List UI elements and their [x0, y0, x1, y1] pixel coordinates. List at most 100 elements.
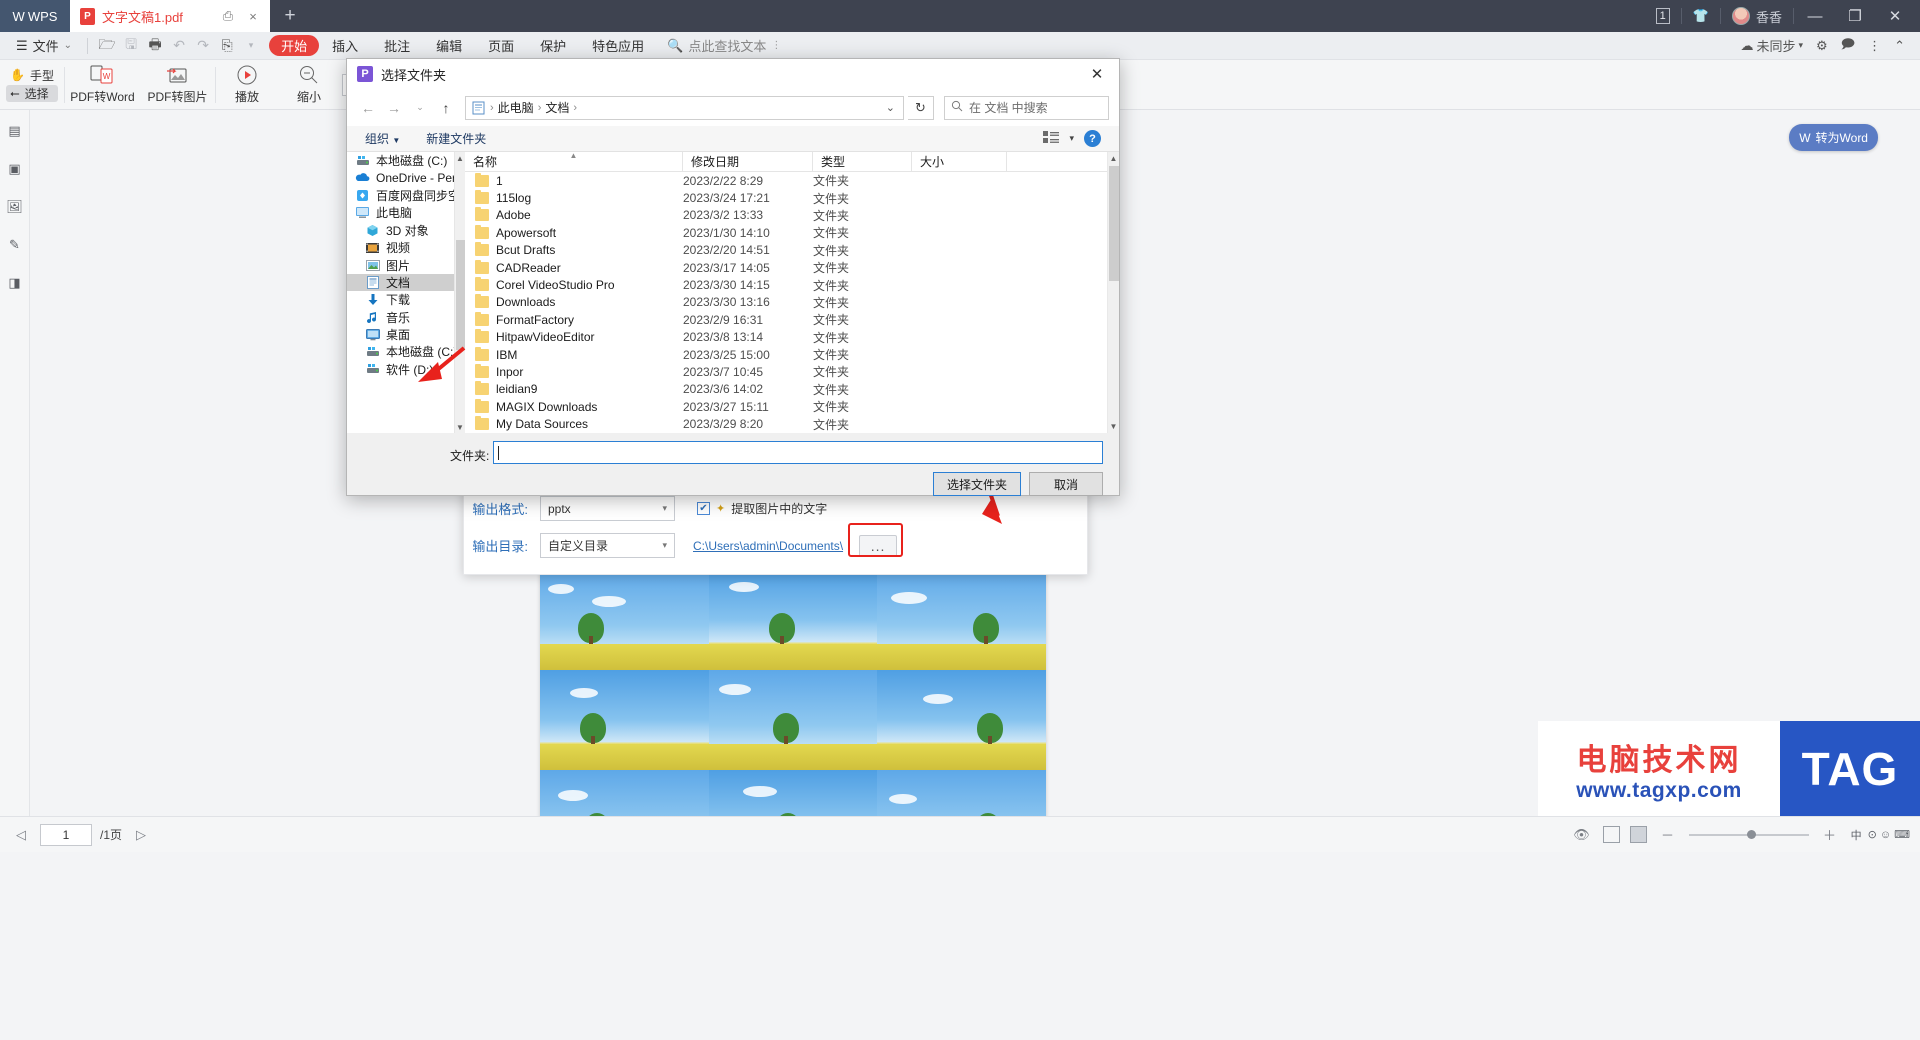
- address-bar[interactable]: › 此电脑 › 文档 › ⌄: [465, 95, 904, 120]
- tab-insert[interactable]: 插入: [319, 34, 371, 58]
- table-row[interactable]: MAGIX Downloads 2023/3/27 15:11 文件夹: [465, 398, 1119, 415]
- history-dropdown-icon[interactable]: ⌄: [409, 96, 431, 120]
- chevron-down-icon[interactable]: ▾: [1069, 133, 1074, 144]
- sidebar-item-4[interactable]: 3D 对象: [347, 222, 465, 239]
- address-dropdown-icon[interactable]: ⌄: [886, 101, 899, 114]
- folder-name-input[interactable]: [493, 441, 1103, 464]
- gear-icon[interactable]: ⚙: [1811, 38, 1833, 54]
- forward-icon[interactable]: →: [383, 96, 405, 120]
- annotation-icon[interactable]: ✎: [4, 234, 26, 256]
- scroll-up-icon[interactable]: ▲: [1108, 152, 1119, 165]
- table-row[interactable]: 115log 2023/3/24 17:21 文件夹: [465, 189, 1119, 206]
- file-list-scroll-thumb[interactable]: [1109, 166, 1119, 281]
- redo-icon[interactable]: ↷: [191, 35, 215, 57]
- user-account[interactable]: 香香: [1723, 0, 1791, 32]
- breadcrumb-item-this-pc[interactable]: 此电脑: [498, 99, 534, 116]
- zoom-in-icon[interactable]: ＋: [1819, 824, 1841, 846]
- page-number-input[interactable]: 1: [40, 823, 92, 846]
- tab-edit[interactable]: 编辑: [423, 34, 475, 58]
- table-row[interactable]: My Data Sources 2023/3/29 8:20 文件夹: [465, 415, 1119, 432]
- scroll-up-icon[interactable]: ▲: [455, 152, 465, 164]
- outline-icon[interactable]: ▤: [4, 120, 26, 142]
- sidebar-item-11[interactable]: 本地磁盘 (C:): [347, 343, 465, 360]
- scroll-down-icon[interactable]: ▼: [1108, 420, 1119, 433]
- table-row[interactable]: Corel VideoStudio Pro 2023/3/30 14:15 文件夹: [465, 276, 1119, 293]
- tab-close-icon[interactable]: ×: [244, 9, 262, 24]
- organize-button[interactable]: 组织 ▼: [365, 130, 400, 147]
- table-row[interactable]: Inpor 2023/3/7 10:45 文件夹: [465, 363, 1119, 380]
- select-tool-option[interactable]: ⭠ 选择: [6, 85, 58, 103]
- sidebar-item-9[interactable]: 音乐: [347, 309, 465, 326]
- zoom-out-icon[interactable]: －: [1657, 824, 1679, 846]
- column-header-name[interactable]: ▲ 名称: [465, 151, 683, 172]
- table-row[interactable]: FormatFactory 2023/2/9 16:31 文件夹: [465, 311, 1119, 328]
- window-count-badge[interactable]: 1: [1647, 0, 1679, 32]
- collapse-ribbon-icon[interactable]: ⌃: [1889, 38, 1910, 54]
- breadcrumb-item-documents[interactable]: 文档: [545, 99, 569, 116]
- sidebar-scroll-thumb[interactable]: [456, 240, 465, 350]
- scroll-down-icon[interactable]: ▼: [455, 421, 465, 433]
- next-page-icon[interactable]: ▷: [130, 824, 152, 846]
- extract-text-checkbox[interactable]: ✔ ✦ 提取图片中的文字: [697, 500, 827, 517]
- table-row[interactable]: Adobe 2023/3/2 13:33 文件夹: [465, 207, 1119, 224]
- table-row[interactable]: CADReader 2023/3/17 14:05 文件夹: [465, 259, 1119, 276]
- thumbnail-icon[interactable]: ▣: [4, 158, 26, 180]
- sidebar-item-7[interactable]: 文档: [347, 273, 465, 292]
- tab-start[interactable]: 开始: [269, 35, 320, 56]
- tab-protect[interactable]: 保护: [527, 34, 579, 58]
- output-path-link[interactable]: C:\Users\admin\Documents\: [693, 539, 843, 553]
- pdf-to-image-button[interactable]: PDF转图片: [140, 61, 215, 109]
- ime-indicator[interactable]: 中 ⊙ ☺ ⌨: [1851, 827, 1910, 843]
- new-folder-button[interactable]: 新建文件夹: [426, 130, 486, 147]
- refresh-icon[interactable]: ↻: [908, 95, 934, 120]
- open-icon[interactable]: 🗁: [95, 35, 119, 57]
- sidebar-scrollbar[interactable]: ▲ ▼: [454, 152, 465, 433]
- double-page-icon[interactable]: [1629, 826, 1647, 843]
- new-tab-button[interactable]: +: [270, 0, 310, 32]
- sidebar-item-12[interactable]: 软件 (D:): [347, 361, 465, 378]
- cancel-button[interactable]: 取消: [1029, 472, 1103, 496]
- find-text-box[interactable]: 🔍 点此查找文本 ⋮: [667, 36, 781, 55]
- minimize-button[interactable]: —: [1796, 0, 1834, 32]
- export-icon[interactable]: ⎘: [215, 35, 239, 57]
- play-button[interactable]: 播放: [216, 61, 278, 109]
- stamp-icon[interactable]: ◨: [4, 272, 26, 294]
- back-icon[interactable]: ←: [357, 96, 379, 120]
- table-row[interactable]: Downloads 2023/3/30 13:16 文件夹: [465, 294, 1119, 311]
- column-header-type[interactable]: 类型: [813, 151, 912, 172]
- table-row[interactable]: leidian9 2023/3/6 14:02 文件夹: [465, 381, 1119, 398]
- pin-icon[interactable]: ⎙: [219, 8, 237, 24]
- file-menu-button[interactable]: ☰ 文件 ⌄: [8, 34, 80, 58]
- save-icon[interactable]: 🖫: [119, 35, 143, 57]
- tab-comment[interactable]: 批注: [371, 34, 423, 58]
- tab-featured-apps[interactable]: 特色应用: [579, 34, 657, 58]
- kebab-icon[interactable]: ⋮: [771, 40, 781, 51]
- hand-tool-option[interactable]: ✋ 手型: [6, 67, 58, 84]
- prev-page-icon[interactable]: ◁: [10, 824, 32, 846]
- column-header-size[interactable]: 大小: [912, 151, 1007, 172]
- sidebar-item-6[interactable]: 图片: [347, 256, 465, 273]
- view-list-icon[interactable]: [1043, 131, 1060, 146]
- zoom-slider[interactable]: [1688, 829, 1809, 839]
- table-row[interactable]: Apowersoft 2023/1/30 14:10 文件夹: [465, 224, 1119, 241]
- zoom-slider-knob[interactable]: [1746, 829, 1756, 839]
- output-dir-select[interactable]: 自定义目录 ▾: [540, 533, 675, 558]
- table-row[interactable]: IBM 2023/3/25 15:00 文件夹: [465, 346, 1119, 363]
- close-button[interactable]: ✕: [1876, 0, 1914, 32]
- single-page-icon[interactable]: [1602, 826, 1620, 843]
- sidebar-item-10[interactable]: 桌面: [347, 326, 465, 343]
- help-icon[interactable]: ?: [1084, 130, 1101, 147]
- skin-icon[interactable]: 👕: [1684, 0, 1718, 32]
- sidebar-item-1[interactable]: OneDrive - Pers: [347, 169, 465, 186]
- tab-page[interactable]: 页面: [475, 34, 527, 58]
- select-folder-button[interactable]: 选择文件夹: [933, 472, 1021, 496]
- up-icon[interactable]: ↑: [435, 96, 457, 120]
- undo-icon[interactable]: ↶: [167, 35, 191, 57]
- comment-icon[interactable]: 🗩: [1836, 35, 1860, 57]
- convert-to-word-float-button[interactable]: W 转为Word: [1789, 124, 1878, 151]
- output-format-select[interactable]: pptx ▾: [540, 496, 675, 521]
- pdf-to-word-button[interactable]: W PDF转Word: [65, 61, 140, 109]
- dialog-search-input[interactable]: 在 文档 中搜索: [944, 95, 1109, 120]
- document-tab[interactable]: P 文字文稿1.pdf ⎙ ×: [70, 0, 270, 32]
- maximize-button[interactable]: ❐: [1836, 0, 1874, 32]
